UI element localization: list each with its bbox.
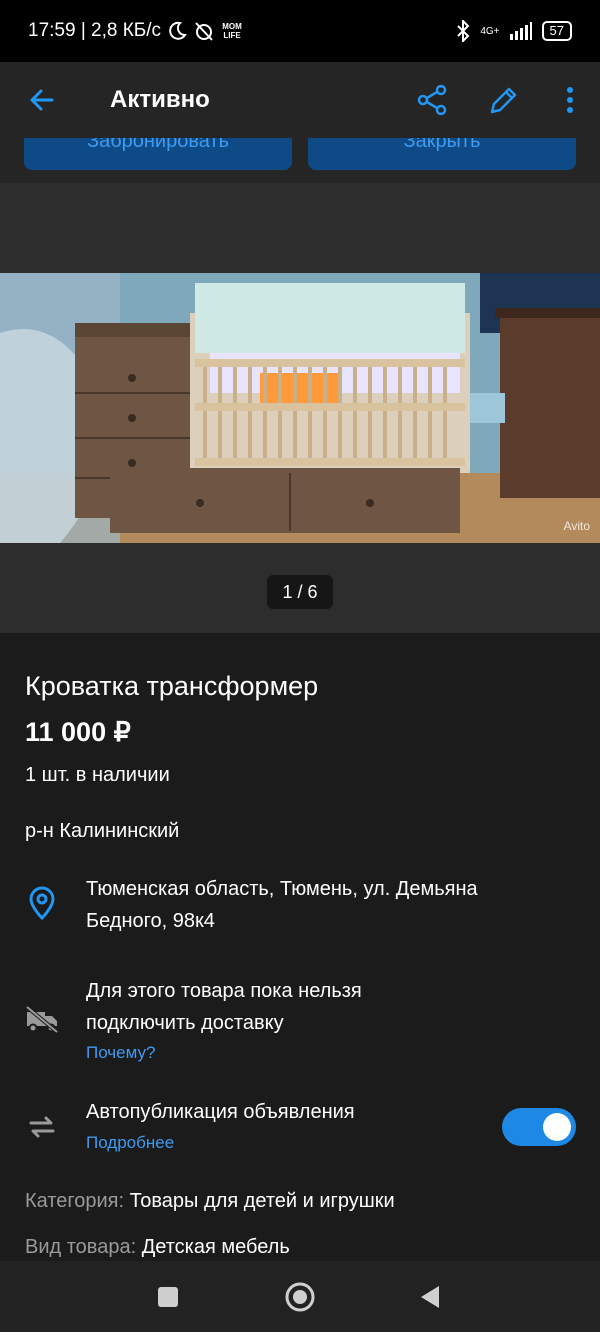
share-button[interactable]	[396, 62, 468, 138]
recents-button[interactable]	[150, 1279, 186, 1315]
location-pin-icon	[24, 885, 60, 921]
more-vert-icon	[567, 87, 573, 113]
recents-square-icon	[158, 1287, 178, 1307]
address[interactable]: Тюменская область, Тюмень, ул. Демьяна Б…	[86, 873, 478, 937]
share-icon	[417, 84, 447, 116]
back-button[interactable]	[0, 62, 84, 138]
autopublish-label: Автопубликация объявления	[86, 1101, 355, 1123]
status-bar: 17:59 | 2,8 КБ/с MOM LIFE 4G+ 57	[0, 0, 600, 62]
system-nav-bar	[0, 1261, 600, 1332]
delivery-info: Для этого товара пока нельзя подключить …	[86, 975, 362, 1039]
app-badge: MOM LIFE	[222, 22, 242, 40]
more-button[interactable]	[540, 62, 600, 138]
action-buttons: Забронировать Закрыть	[0, 138, 600, 183]
delivery-line-2: подключить доставку	[86, 1012, 284, 1034]
toggle-knob	[543, 1113, 571, 1141]
autopublish-toggle[interactable]	[502, 1108, 576, 1146]
back-triangle-icon	[421, 1286, 439, 1308]
listing-details: Кроватка трансформер 11 000 ₽ 1 шт. в на…	[0, 633, 600, 1261]
photo-gallery[interactable]: Avito 1 / 6	[0, 183, 600, 633]
crib-photo-illustration: Avito	[0, 273, 600, 543]
back-arrow-icon	[30, 89, 54, 111]
address-line-2: Бедного, 98к4	[86, 910, 215, 932]
autopublish-more-link[interactable]: Подробнее	[86, 1127, 174, 1159]
status-time: 17:59 | 2,8 КБ/с	[28, 20, 162, 41]
address-line-1: Тюменская область, Тюмень, ул. Демьяна	[86, 878, 478, 900]
page-title: Активно	[110, 86, 210, 113]
delivery-off-icon	[24, 1001, 60, 1037]
type-value: Детская мебель	[141, 1236, 290, 1258]
why-link[interactable]: Почему?	[86, 1037, 155, 1069]
reserve-button[interactable]: Забронировать	[24, 138, 292, 170]
alarm-off-icon	[195, 22, 213, 41]
district: р-н Калининский	[25, 820, 180, 842]
listing-price: 11 000 ₽	[25, 717, 131, 747]
autopublish-repeat-icon	[24, 1109, 60, 1145]
type-param: Вид товара: Детская мебель	[25, 1236, 290, 1259]
close-listing-button[interactable]: Закрыть	[308, 138, 576, 170]
category-param: Категория: Товары для детей и игрушки	[25, 1190, 395, 1213]
listing-title: Кроватка трансформер	[25, 671, 319, 701]
app-bar: Активно	[0, 62, 600, 138]
edit-button[interactable]	[468, 62, 540, 138]
edit-pencil-icon	[490, 87, 517, 114]
delivery-line-1: Для этого товара пока нельзя	[86, 980, 362, 1002]
type-key: Вид товара:	[25, 1236, 137, 1258]
watermark: Avito	[564, 519, 591, 533]
bluetooth-icon	[457, 20, 470, 42]
battery-indicator: 57	[541, 21, 572, 41]
stock-info: 1 шт. в наличии	[25, 764, 170, 786]
signal-icon	[509, 22, 532, 40]
category-key: Категория:	[25, 1190, 125, 1212]
listing-photo[interactable]: Avito	[0, 273, 600, 543]
system-back-button[interactable]	[412, 1279, 448, 1315]
network-type: 4G+	[480, 25, 500, 37]
photo-counter: 1 / 6	[267, 575, 333, 609]
home-button[interactable]	[282, 1279, 318, 1315]
home-circle-icon	[285, 1282, 315, 1312]
moon-icon	[169, 21, 187, 40]
category-value: Товары для детей и игрушки	[129, 1190, 395, 1212]
